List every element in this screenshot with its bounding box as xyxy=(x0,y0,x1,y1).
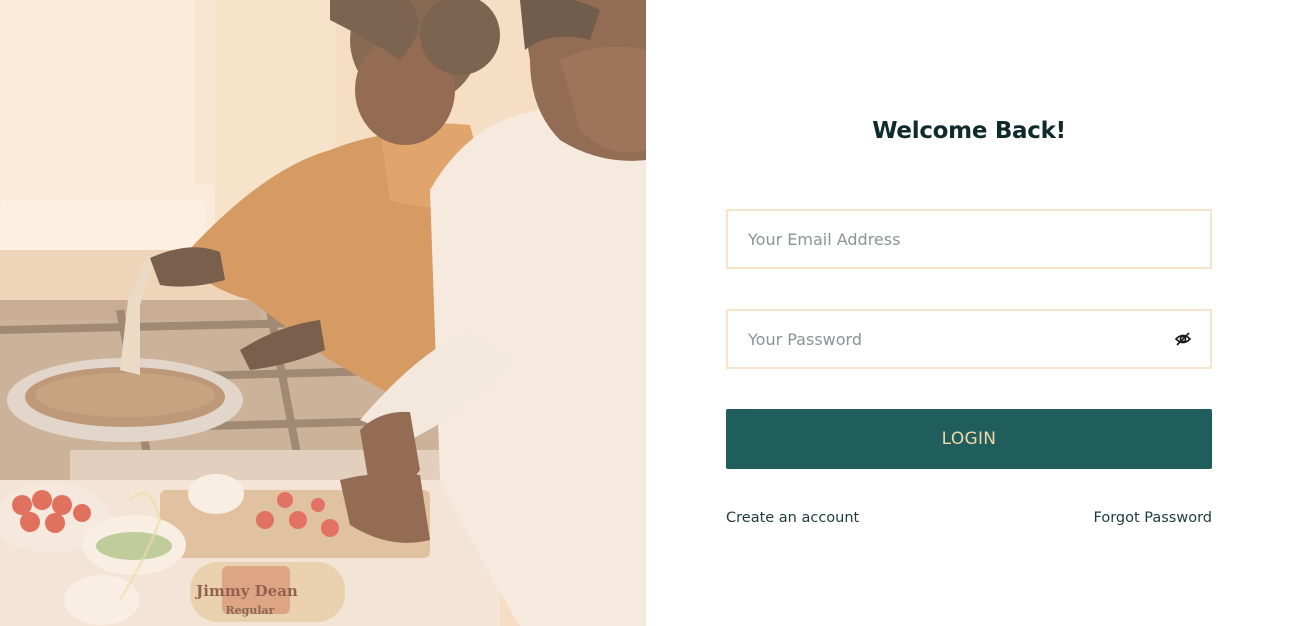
email-input[interactable] xyxy=(728,211,1210,267)
hero-image: Jimmy Dean Regular xyxy=(0,0,646,626)
package-variant-label: Regular xyxy=(226,604,275,617)
login-button[interactable]: LOGIN xyxy=(726,409,1212,469)
email-field-container xyxy=(726,209,1212,269)
cooking-couple-illustration: Jimmy Dean Regular xyxy=(0,0,646,626)
create-account-link[interactable]: Create an account xyxy=(726,510,859,526)
page-title: Welcome Back! xyxy=(872,118,1066,144)
login-panel: Welcome Back! LOGIN Create an account Fo… xyxy=(646,0,1292,626)
eye-slash-icon[interactable] xyxy=(1174,330,1192,348)
password-field-container xyxy=(726,309,1212,369)
password-input[interactable] xyxy=(728,311,1210,367)
forgot-password-link[interactable]: Forgot Password xyxy=(1094,510,1213,526)
package-brand-label: Jimmy Dean xyxy=(194,582,298,600)
